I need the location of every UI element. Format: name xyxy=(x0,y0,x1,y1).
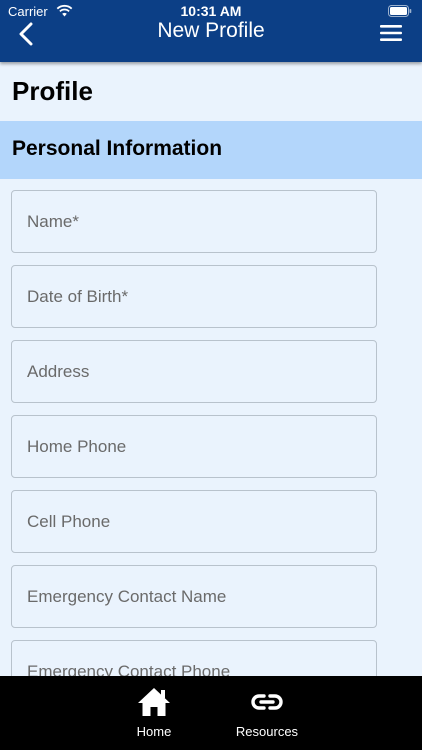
hamburger-menu-icon xyxy=(380,25,402,41)
name-field[interactable] xyxy=(11,190,377,253)
status-time: 10:31 AM xyxy=(180,3,242,19)
link-icon xyxy=(251,694,283,710)
section-title: Personal Information xyxy=(12,137,223,160)
cell-phone-field[interactable] xyxy=(11,490,377,553)
navigation-bar: Carrier 10:31 AM New Profile xyxy=(0,0,422,62)
section-header: Personal Information xyxy=(0,121,422,179)
address-field[interactable] xyxy=(11,340,377,403)
tab-home[interactable]: Home xyxy=(109,686,199,746)
home-phone-field[interactable] xyxy=(11,415,377,478)
emergency-contact-name-field[interactable] xyxy=(11,565,377,628)
date-of-birth-field[interactable] xyxy=(11,265,377,328)
tab-resources-label: Resources xyxy=(235,724,299,739)
tab-home-label: Home xyxy=(136,724,172,739)
menu-button[interactable] xyxy=(378,22,404,44)
nav-title: New Profile xyxy=(157,19,265,42)
tab-resources[interactable]: Resources xyxy=(222,686,312,746)
profile-form xyxy=(11,190,377,715)
home-icon xyxy=(138,688,170,716)
page-title: Profile xyxy=(12,76,93,106)
battery-icon xyxy=(388,5,412,17)
tab-bar: Home Resources xyxy=(0,676,422,750)
